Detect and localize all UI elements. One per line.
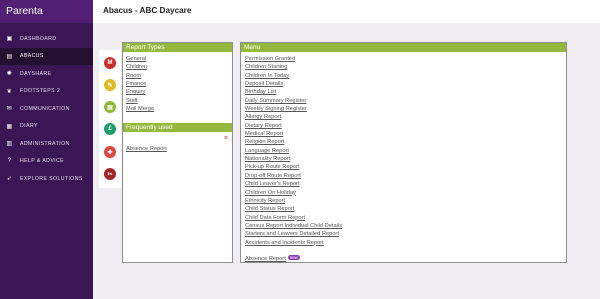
frequently-used-heading: Frequently used [123, 123, 232, 133]
menu-item[interactable]: Ethnicity Report [245, 197, 566, 205]
menu-item[interactable]: Permission Granted [245, 55, 566, 63]
rocket-icon: ➶ [6, 176, 13, 183]
report-icon-strip: M ✎ ▤ £ ✚ ✂ [99, 50, 121, 188]
report-types-list: General Children Room Finance Enquiry St… [123, 52, 232, 113]
sidebar-item-label: DASHBOARD [20, 35, 57, 42]
sidebar-item-label: ADMINISTRATION [20, 140, 70, 147]
menu-item[interactable]: Children On Holiday [245, 189, 566, 197]
menu-item[interactable]: Allergy Report [245, 113, 566, 121]
sidebar-nav: ▣ DASHBOARD ▤ ABACUS ✺ DAYSHARE ❦ FOOTSTEPS … [0, 30, 93, 188]
menu-item[interactable]: Medical Report [245, 130, 566, 138]
menu-item[interactable]: Daily Summary Register [245, 97, 566, 105]
close-icon[interactable]: × [224, 135, 228, 142]
sidebar-item-dashboard[interactable]: ▣ DASHBOARD [0, 30, 93, 48]
sidebar-item-footsteps-2[interactable]: ❦ FOOTSTEPS 2 [0, 83, 93, 101]
menu-panel: Menu Permission Granted Children Startin… [240, 42, 567, 263]
staff-report-icon[interactable]: ✂ [104, 168, 116, 180]
sidebar-item-label: ABACUS [20, 53, 44, 60]
sidebar-item-label: DIARY [20, 123, 38, 130]
calendar-icon: ▦ [6, 123, 13, 130]
sidebar-item-diary[interactable]: ▦ DIARY [0, 118, 93, 136]
menu-item[interactable]: Child Status Report [245, 205, 566, 213]
sidebar-item-label: FOOTSTEPS 2 [20, 88, 61, 95]
report-types-heading: Report Types [123, 43, 232, 52]
question-icon: ? [7, 158, 12, 165]
report-type-mail-merge[interactable]: Mail Merge [126, 105, 232, 113]
finance-report-icon[interactable]: £ [104, 123, 116, 135]
children-report-icon[interactable]: ✎ [104, 79, 116, 91]
abacus-icon: ▤ [6, 53, 13, 60]
menu-heading: Menu [241, 43, 566, 52]
page-title: Abacus - ABC Daycare [103, 6, 192, 15]
envelope-icon: ✉ [6, 106, 13, 113]
frequently-used-link[interactable]: Absence Report [126, 146, 167, 152]
menu-item[interactable]: Nationality Report [245, 155, 566, 163]
report-type-room[interactable]: Room [126, 72, 232, 80]
menu-item[interactable]: Child Data Form Report [245, 214, 566, 222]
menu-item[interactable]: Deposit Details [245, 80, 566, 88]
sidebar-item-explore-solutions[interactable]: ➶ EXPLORE SOLUTIONS [0, 170, 93, 188]
menu-item[interactable]: Starters and Leavers Detailed Report [245, 230, 566, 238]
sidebar-item-label: DAYSHARE [20, 70, 52, 77]
brand-logo[interactable]: Parenta [0, 0, 93, 23]
sidebar-item-label: EXPLORE SOLUTIONS [20, 175, 83, 182]
new-badge: new [287, 254, 300, 260]
building-icon: ▥ [6, 141, 13, 148]
sidebar-item-administration[interactable]: ▥ ADMINISTRATION [0, 135, 93, 153]
report-type-general[interactable]: General [126, 55, 232, 63]
menu-item[interactable]: Dietary Report [245, 122, 566, 130]
menu-item[interactable]: Children Starting [245, 63, 566, 71]
report-type-enquiry[interactable]: Enquiry [126, 88, 232, 96]
sidebar-item-help-advice[interactable]: ? HELP & ADVICE [0, 153, 93, 171]
menu-item[interactable]: Pick-up Route Report [245, 163, 566, 171]
report-type-finance[interactable]: Finance [126, 80, 232, 88]
menu-list: Permission Granted Children Starting Chi… [241, 52, 566, 265]
menu-item[interactable]: Children In Today [245, 72, 566, 80]
general-report-icon[interactable]: M [104, 57, 116, 69]
menu-item[interactable]: Language Report [245, 147, 566, 155]
gear-icon: ✺ [6, 71, 13, 78]
menu-item[interactable]: Census Report Individual Child Details [245, 222, 566, 230]
sidebar-item-label: HELP & ADVICE [20, 158, 65, 165]
sidebar-item-dayshare[interactable]: ✺ DAYSHARE [0, 65, 93, 83]
menu-item[interactable]: Religion Report [245, 138, 566, 146]
sidebar-item-abacus[interactable]: ▤ ABACUS [0, 47, 93, 65]
top-header: Abacus - ABC Daycare [93, 0, 600, 23]
menu-item[interactable]: Absence Report [245, 256, 286, 262]
menu-item[interactable]: Accidents and Incidents Report [245, 239, 566, 247]
menu-item[interactable]: Birthday List [245, 88, 566, 96]
report-type-children[interactable]: Children [126, 63, 232, 71]
report-types-panel: Report Types General Children Room Finan… [122, 42, 233, 263]
enquiry-report-icon[interactable]: ✚ [104, 146, 116, 158]
report-type-staff[interactable]: Staff [126, 97, 232, 105]
menu-item[interactable]: Child Leaver's Report [245, 180, 566, 188]
sidebar-item-label: COMMUNICATION [20, 105, 70, 112]
footsteps-icon: ❦ [6, 88, 13, 95]
menu-item-row: Absence Report new [245, 247, 566, 265]
sidebar-item-communication[interactable]: ✉ COMMUNICATION [0, 100, 93, 118]
menu-item[interactable]: Weekly Signing Register [245, 105, 566, 113]
dashboard-icon: ▣ [6, 36, 13, 43]
room-report-icon[interactable]: ▤ [104, 101, 116, 113]
menu-item[interactable]: Drop-off Route Report [245, 172, 566, 180]
frequently-used-item: Absence Report × [123, 132, 232, 155]
sidebar: Parenta ▣ DASHBOARD ▤ ABACUS ✺ DAYSHARE ❦ FO… [0, 0, 93, 299]
